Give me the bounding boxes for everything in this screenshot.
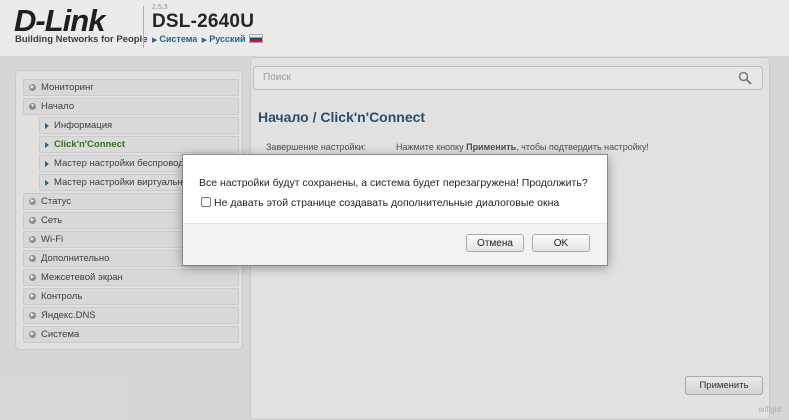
cancel-button[interactable]: Отмена — [466, 234, 524, 252]
suppress-dialogs-checkbox-row[interactable]: Не давать этой странице создавать дополн… — [201, 197, 559, 209]
ok-button[interactable]: OK — [532, 234, 590, 252]
suppress-dialogs-checkbox[interactable] — [201, 197, 211, 207]
suppress-dialogs-label[interactable]: Не давать этой странице создавать дополн… — [214, 197, 559, 209]
confirm-dialog: Все настройки будут сохранены, а система… — [182, 154, 608, 266]
dialog-message: Все настройки будут сохранены, а система… — [199, 177, 588, 189]
dialog-footer: Отмена OK — [183, 223, 607, 265]
